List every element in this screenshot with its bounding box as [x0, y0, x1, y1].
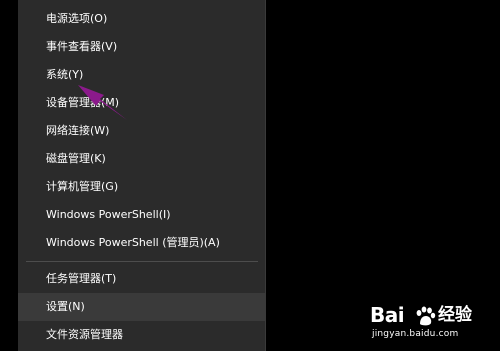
menu-item-event-viewer[interactable]: 事件查看器(V)	[18, 33, 265, 61]
menu-item-file-explorer[interactable]: 文件资源管理器	[18, 321, 265, 349]
menu-item-task-manager[interactable]: 任务管理器(T)	[18, 265, 265, 293]
menu-item-powershell-admin[interactable]: Windows PowerShell (管理员)(A)	[18, 229, 265, 257]
winx-context-menu: 电源选项(O) 事件查看器(V) 系统(Y) 设备管理器(M) 网络连接(W) …	[18, 0, 266, 351]
menu-item-disk-management[interactable]: 磁盘管理(K)	[18, 145, 265, 173]
desktop-background: 电源选项(O) 事件查看器(V) 系统(Y) 设备管理器(M) 网络连接(W) …	[0, 0, 500, 351]
paw-logo-icon	[416, 306, 436, 326]
baidu-jingyan-watermark: Bai 经验 jingyan.baidu.com	[370, 301, 490, 345]
menu-item-device-manager[interactable]: 设备管理器(M)	[18, 89, 265, 117]
menu-item-computer-management[interactable]: 计算机管理(G)	[18, 173, 265, 201]
menu-item-powershell[interactable]: Windows PowerShell(I)	[18, 201, 265, 229]
menu-item-settings[interactable]: 设置(N)	[18, 293, 265, 321]
menu-item-power-options[interactable]: 电源选项(O)	[18, 5, 265, 33]
watermark-brand-prefix: Bai	[370, 303, 405, 327]
menu-separator	[26, 261, 258, 262]
menu-item-network-connections[interactable]: 网络连接(W)	[18, 117, 265, 145]
watermark-brand-suffix: 经验	[438, 305, 472, 325]
menu-item-system[interactable]: 系统(Y)	[18, 61, 265, 89]
watermark-url: jingyan.baidu.com	[372, 329, 459, 339]
